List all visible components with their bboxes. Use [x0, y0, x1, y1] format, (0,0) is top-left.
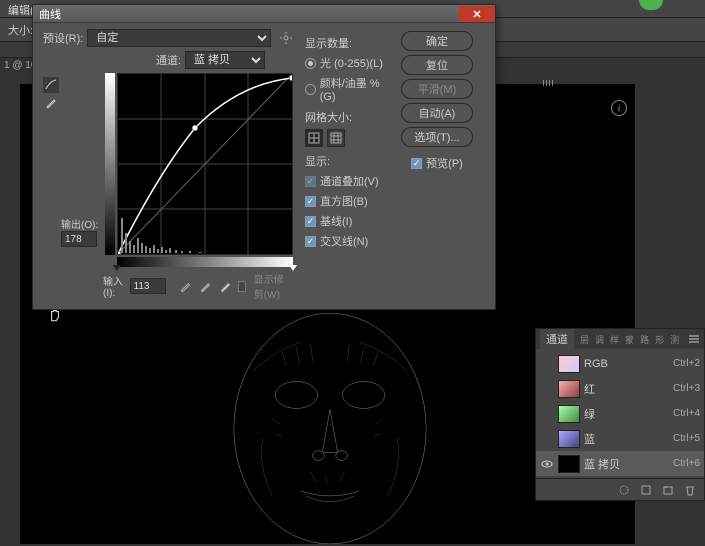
preset-menu-icon[interactable]: [279, 31, 293, 45]
load-selection-icon[interactable]: [618, 484, 630, 496]
info-icon[interactable]: i: [611, 100, 627, 116]
preset-select[interactable]: 自定: [87, 29, 271, 47]
options-button[interactable]: 选项(T)...: [401, 127, 473, 147]
curve-graph[interactable]: [117, 73, 293, 255]
channel-thumb: [558, 430, 580, 448]
white-point-slider[interactable]: [289, 265, 297, 271]
channels-panel: 通道 层调样蒙路形测 RGB Ctrl+2 红 Ctrl+3 绿 Ctrl+4 …: [535, 328, 705, 501]
auto-button[interactable]: 自动(A): [401, 103, 473, 123]
channels-tab[interactable]: 通道: [540, 329, 574, 349]
input-field[interactable]: [130, 278, 166, 294]
size-label: 大小:: [8, 22, 33, 38]
curves-dialog: 曲线 预设(R): 自定 通道: 蓝 拷贝 输出(O):: [32, 4, 496, 310]
dialog-titlebar[interactable]: 曲线: [33, 5, 495, 23]
show-clipping-check[interactable]: [238, 281, 246, 292]
intersection-label: 交叉线(N): [320, 233, 368, 249]
show-label: 显示:: [305, 153, 393, 169]
vertical-gradient: [105, 73, 115, 255]
panel-menu-icon[interactable]: [688, 334, 700, 344]
intersection-check[interactable]: [305, 236, 316, 247]
new-channel-icon[interactable]: [662, 484, 674, 496]
channel-select[interactable]: 蓝 拷贝: [185, 51, 265, 69]
light-radio[interactable]: [305, 58, 316, 69]
visibility-toggle[interactable]: [540, 407, 554, 421]
curve-point-tool[interactable]: [43, 77, 59, 93]
output-field[interactable]: [61, 231, 97, 247]
smooth-button[interactable]: 平滑(M): [401, 79, 473, 99]
white-eyedropper-icon[interactable]: [218, 278, 234, 294]
output-label: 输出(O):: [61, 216, 103, 231]
overlay-check[interactable]: [305, 176, 316, 187]
channel-thumb: [558, 355, 580, 373]
horizontal-gradient: [117, 257, 293, 267]
visibility-toggle[interactable]: [540, 457, 554, 471]
channel-red[interactable]: 红 Ctrl+3: [536, 376, 704, 401]
channel-blue[interactable]: 蓝 Ctrl+5: [536, 426, 704, 451]
visibility-toggle[interactable]: [540, 382, 554, 396]
reset-button[interactable]: 复位: [401, 55, 473, 75]
baseline-check[interactable]: [305, 216, 316, 227]
channel-thumb: [558, 405, 580, 423]
input-label: 输入(I):: [103, 273, 126, 299]
preset-label: 预设(R):: [43, 30, 83, 46]
curve-pencil-tool[interactable]: [43, 95, 59, 111]
preview-check[interactable]: [411, 158, 422, 169]
ok-button[interactable]: 确定: [401, 31, 473, 51]
show-clipping-label: 显示修剪(W): [254, 271, 293, 301]
visibility-toggle[interactable]: [540, 432, 554, 446]
channel-thumb: [558, 380, 580, 398]
channel-label: 通道:: [156, 52, 181, 68]
histogram: [119, 213, 293, 253]
close-button[interactable]: [459, 6, 495, 22]
histogram-check[interactable]: [305, 196, 316, 207]
overlay-label: 通道叠加(V): [320, 173, 379, 189]
canvas-handle-icon: [543, 80, 555, 88]
delete-channel-icon[interactable]: [684, 484, 696, 496]
black-point-slider[interactable]: [113, 265, 121, 271]
light-label: 光 (0-255)(L): [320, 55, 383, 71]
black-eyedropper-icon[interactable]: [178, 278, 194, 294]
channel-rgb[interactable]: RGB Ctrl+2: [536, 351, 704, 376]
baseline-label: 基线(I): [320, 213, 352, 229]
preview-label: 预览(P): [426, 155, 463, 171]
histogram-label: 直方图(B): [320, 193, 368, 209]
pigment-radio[interactable]: [305, 84, 316, 95]
target-adjust-icon[interactable]: [47, 307, 63, 323]
pigment-label: 颜料/油墨 %(G): [320, 75, 393, 103]
channel-thumb: [558, 455, 580, 473]
visibility-toggle[interactable]: [540, 357, 554, 371]
grid-fine-button[interactable]: [327, 129, 345, 147]
channel-blue-copy[interactable]: 蓝 拷贝 Ctrl+6: [536, 451, 704, 476]
channel-green[interactable]: 绿 Ctrl+4: [536, 401, 704, 426]
display-amount-label: 显示数量:: [305, 35, 393, 51]
grid-size-label: 网格大小:: [305, 109, 393, 125]
dialog-title: 曲线: [39, 6, 459, 22]
grid-coarse-button[interactable]: [305, 129, 323, 147]
gray-eyedropper-icon[interactable]: [198, 278, 214, 294]
save-selection-icon[interactable]: [640, 484, 652, 496]
